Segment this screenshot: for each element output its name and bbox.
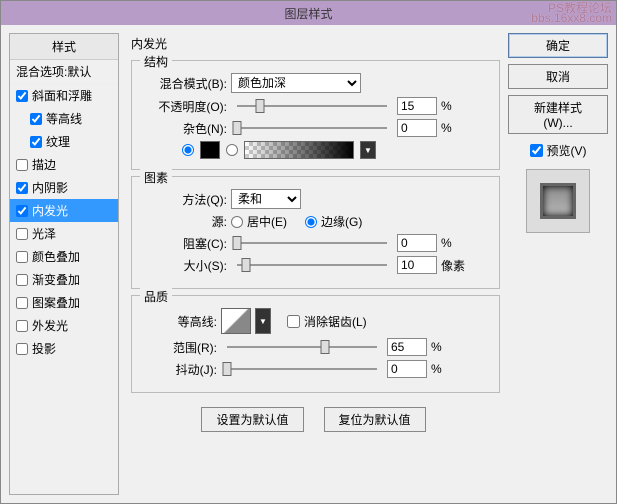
structure-group: 结构 混合模式(B): 颜色加深 不透明度(O): % 杂色(N): — [131, 60, 500, 170]
color-radio[interactable] — [182, 144, 194, 156]
style-checkbox[interactable] — [16, 343, 28, 355]
range-input[interactable] — [387, 338, 427, 356]
antialias-checkbox[interactable] — [287, 315, 300, 328]
style-label: 外发光 — [32, 317, 68, 334]
effect-title: 内发光 — [127, 33, 500, 54]
new-style-button[interactable]: 新建样式(W)... — [508, 95, 608, 134]
quality-group: 品质 等高线: ▼ 消除锯齿(L) 范围(R): % 抖动(J): — [131, 295, 500, 393]
style-item[interactable]: 内阴影 — [10, 176, 118, 199]
source-edge-radio[interactable] — [305, 216, 317, 228]
size-input[interactable] — [397, 256, 437, 274]
style-checkbox[interactable] — [16, 251, 28, 263]
blend-mode-select[interactable]: 颜色加深 — [231, 73, 361, 93]
style-checkbox[interactable] — [16, 182, 28, 194]
style-label: 颜色叠加 — [32, 248, 80, 265]
dialog-buttons: 确定 取消 新建样式(W)... 预览(V) — [508, 33, 608, 495]
titlebar: 图层样式 PS教程论坛 bbs.16xx8.com — [1, 1, 616, 25]
style-checkbox[interactable] — [16, 274, 28, 286]
gradient-swatch[interactable] — [244, 141, 354, 159]
style-item[interactable]: 纹理 — [10, 130, 118, 153]
ok-button[interactable]: 确定 — [508, 33, 608, 58]
style-label: 图案叠加 — [32, 294, 80, 311]
style-label: 纹理 — [46, 133, 70, 150]
style-item[interactable]: 外发光 — [10, 314, 118, 337]
size-slider[interactable] — [237, 257, 387, 273]
style-label: 内阴影 — [32, 179, 68, 196]
style-item[interactable]: 光泽 — [10, 222, 118, 245]
style-label: 内发光 — [32, 202, 68, 219]
effect-panel: 内发光 结构 混合模式(B): 颜色加深 不透明度(O): % 杂色(N): — [127, 33, 500, 495]
style-label: 描边 — [32, 156, 56, 173]
noise-slider[interactable] — [237, 120, 387, 136]
style-label: 投影 — [32, 340, 56, 357]
style-checkbox[interactable] — [16, 90, 28, 102]
technique-select[interactable]: 柔和 — [231, 189, 301, 209]
style-checkbox[interactable] — [16, 228, 28, 240]
style-item[interactable]: 内发光 — [10, 199, 118, 222]
style-item[interactable]: 颜色叠加 — [10, 245, 118, 268]
color-swatch[interactable] — [200, 141, 220, 159]
style-checkbox[interactable] — [16, 320, 28, 332]
gradient-radio[interactable] — [226, 144, 238, 156]
styles-header: 样式 — [10, 34, 118, 60]
jitter-slider[interactable] — [227, 361, 377, 377]
style-checkbox[interactable] — [16, 205, 28, 217]
source-center-radio[interactable] — [231, 216, 243, 228]
style-item[interactable]: 等高线 — [10, 107, 118, 130]
watermark: PS教程论坛 bbs.16xx8.com — [531, 3, 612, 23]
style-item[interactable]: 图案叠加 — [10, 291, 118, 314]
style-label: 渐变叠加 — [32, 271, 80, 288]
style-item[interactable]: 斜面和浮雕 — [10, 84, 118, 107]
style-item[interactable]: 描边 — [10, 153, 118, 176]
make-default-button[interactable]: 设置为默认值 — [201, 407, 303, 432]
style-checkbox[interactable] — [30, 113, 42, 125]
jitter-input[interactable] — [387, 360, 427, 378]
style-item[interactable]: 渐变叠加 — [10, 268, 118, 291]
noise-input[interactable] — [397, 119, 437, 137]
elements-group: 图素 方法(Q): 柔和 源: 居中(E) 边缘(G) 阻塞(C): — [131, 176, 500, 289]
contour-picker[interactable] — [221, 308, 251, 334]
preview-checkbox[interactable] — [530, 144, 543, 157]
style-label: 斜面和浮雕 — [32, 87, 92, 104]
preview-thumbnail — [526, 169, 590, 233]
gradient-dropdown-icon[interactable]: ▼ — [360, 141, 376, 159]
choke-input[interactable] — [397, 234, 437, 252]
opacity-input[interactable] — [397, 97, 437, 115]
cancel-button[interactable]: 取消 — [508, 64, 608, 89]
contour-dropdown-icon[interactable]: ▼ — [255, 308, 271, 334]
style-label: 光泽 — [32, 225, 56, 242]
range-slider[interactable] — [227, 339, 377, 355]
style-checkbox[interactable] — [30, 136, 42, 148]
opacity-slider[interactable] — [237, 98, 387, 114]
style-item[interactable]: 投影 — [10, 337, 118, 360]
reset-default-button[interactable]: 复位为默认值 — [324, 407, 426, 432]
blending-options[interactable]: 混合选项:默认 — [10, 60, 118, 84]
choke-slider[interactable] — [237, 235, 387, 251]
style-label: 等高线 — [46, 110, 82, 127]
styles-list: 样式 混合选项:默认 斜面和浮雕等高线纹理描边内阴影内发光光泽颜色叠加渐变叠加图… — [9, 33, 119, 495]
style-checkbox[interactable] — [16, 159, 28, 171]
window-title: 图层样式 — [284, 5, 332, 22]
style-checkbox[interactable] — [16, 297, 28, 309]
layer-style-dialog: 图层样式 PS教程论坛 bbs.16xx8.com 样式 混合选项:默认 斜面和… — [0, 0, 617, 504]
